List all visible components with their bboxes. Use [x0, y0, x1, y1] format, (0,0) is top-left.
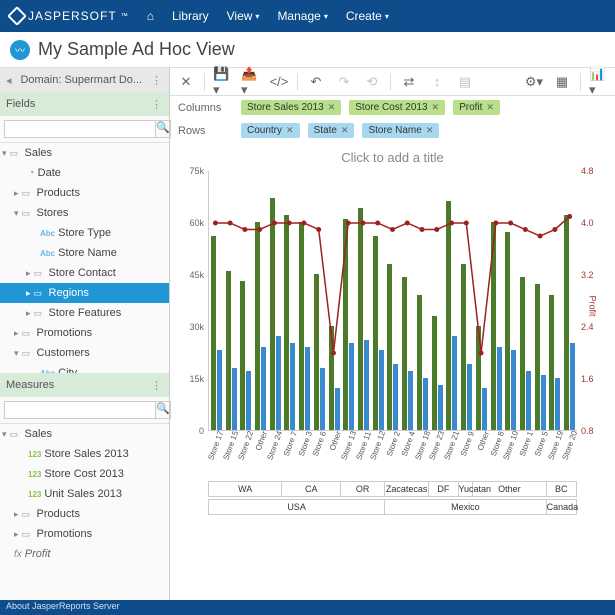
tree-sales[interactable]: ▾▭Sales [0, 143, 169, 163]
undo-icon[interactable]: ↶ [306, 72, 326, 92]
mtree-sales[interactable]: ▾▭Sales [0, 424, 169, 444]
columns-shelf-label: Columns [178, 102, 233, 114]
mtree-promotions[interactable]: ▸▭Promotions [0, 524, 169, 544]
column-pill[interactable]: Store Cost 2013✕ [349, 100, 445, 115]
rows-shelf-label: Rows [178, 125, 233, 137]
nav-library[interactable]: Library [172, 9, 209, 23]
fields-search-input[interactable] [4, 120, 156, 138]
x-axis-group-state: WACAORZacatecasDFYucatanOtherBC [208, 481, 577, 497]
tree-promotions[interactable]: ▸▭Promotions [0, 323, 169, 343]
mtree-ss2013[interactable]: 123Store Sales 2013 [0, 444, 169, 464]
mtree-profit[interactable]: fxProfit [0, 544, 169, 564]
data-icon[interactable]: ▦ [552, 72, 572, 92]
page-title: My Sample Ad Hoc View [38, 39, 235, 60]
y2-axis-label: Profit [587, 295, 597, 316]
chart-type-icon[interactable]: 📊▾ [589, 72, 609, 92]
tree-store-name[interactable]: AbcStore Name [0, 243, 169, 263]
chart-title[interactable]: Click to add a title [180, 150, 605, 165]
reset-icon[interactable]: ⟲ [362, 72, 382, 92]
row-pill[interactable]: Store Name✕ [362, 123, 439, 138]
nav-manage[interactable]: Manage▾ [277, 9, 327, 23]
logo: JASPERSOFT™ [10, 9, 129, 23]
measures-panel-header[interactable]: Measures⋮ [0, 373, 169, 397]
redo-icon[interactable]: ↷ [334, 72, 354, 92]
measures-search-input[interactable] [4, 401, 156, 419]
tree-customers[interactable]: ▾▭Customers [0, 343, 169, 363]
sort-icon[interactable]: ↕ [427, 72, 447, 92]
view-type-icon: 〰 [10, 40, 30, 60]
row-pill[interactable]: State✕ [308, 123, 355, 138]
tree-date[interactable]: ◔Date [0, 163, 169, 183]
close-icon[interactable]: ✕ [176, 72, 196, 92]
x-axis-group-country: USAMexicoCanada [208, 499, 577, 515]
tree-regions[interactable]: ▸▭Regions [0, 283, 169, 303]
bars-container [208, 171, 577, 431]
column-pill[interactable]: Profit✕ [453, 100, 500, 115]
tree-stores[interactable]: ▾▭Stores [0, 203, 169, 223]
mtree-sc2013[interactable]: 123Store Cost 2013 [0, 464, 169, 484]
mtree-products[interactable]: ▸▭Products [0, 504, 169, 524]
y-axis: 015k30k45k60k75k [180, 171, 206, 431]
tree-store-type[interactable]: AbcStore Type [0, 223, 169, 243]
x-axis-ticks: Store 17Store 15Store 22OtherStore 24Sto… [208, 431, 577, 479]
column-pill[interactable]: Store Sales 2013✕ [241, 100, 341, 115]
search-icon[interactable]: 🔍 [156, 120, 171, 138]
row-pill[interactable]: Country✕ [241, 123, 300, 138]
tree-store-features[interactable]: ▸▭Store Features [0, 303, 169, 323]
filter-icon[interactable]: ▤ [455, 72, 475, 92]
chart-plot[interactable]: 015k30k45k60k75k 0.81.62.43.24.04.8 Prof… [208, 171, 577, 431]
nav-view[interactable]: View▾ [227, 9, 260, 23]
footer-about-link[interactable]: About JasperReports Server [0, 600, 615, 615]
mtree-us2013[interactable]: 123Unit Sales 2013 [0, 484, 169, 504]
domain-panel-header[interactable]: ◂Domain: Supermart Do...⋮ [0, 68, 169, 92]
nav-create[interactable]: Create▾ [346, 9, 389, 23]
embed-icon[interactable]: </> [269, 72, 289, 92]
settings-icon[interactable]: ⚙▾ [524, 72, 544, 92]
tree-store-contact[interactable]: ▸▭Store Contact [0, 263, 169, 283]
save-icon[interactable]: 💾▾ [213, 72, 233, 92]
tree-products[interactable]: ▸▭Products [0, 183, 169, 203]
tree-city[interactable]: AbcCity [0, 363, 169, 373]
search-icon[interactable]: 🔍 [156, 401, 171, 419]
home-icon[interactable]: ⌂ [147, 9, 154, 23]
export-icon[interactable]: 📤▾ [241, 72, 261, 92]
fields-panel-header[interactable]: Fields⋮ [0, 92, 169, 116]
pivot-icon[interactable]: ⇄ [399, 72, 419, 92]
